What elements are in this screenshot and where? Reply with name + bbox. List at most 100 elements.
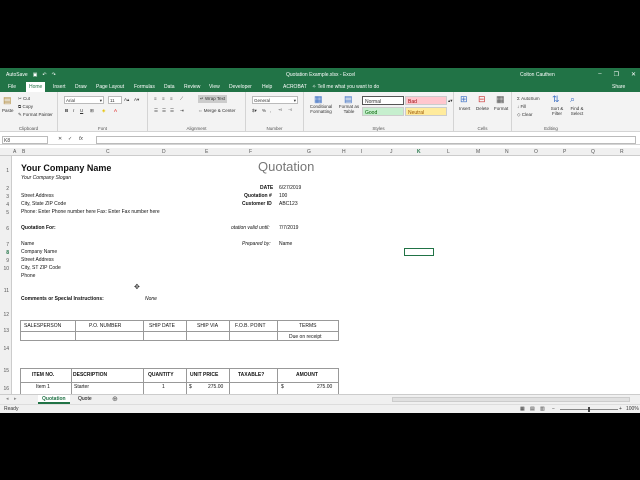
tab-file[interactable]: File (8, 84, 16, 90)
align-center-icon[interactable]: ☰ (162, 108, 166, 114)
italic-icon[interactable]: I (73, 108, 74, 113)
paste-icon[interactable]: ▤ (3, 95, 12, 106)
user-name[interactable]: Colton Cauthen (520, 72, 555, 78)
quotation-heading[interactable]: Quotation (258, 159, 314, 174)
column-header[interactable]: A (13, 149, 16, 155)
format-as-table-button[interactable]: Format as Table (337, 104, 361, 114)
fill-color-icon[interactable]: ◈ (102, 108, 105, 114)
company-slogan[interactable]: Your Company Slogan (21, 175, 71, 181)
font-size-select[interactable]: 11 (108, 96, 122, 104)
column-header[interactable]: J (390, 149, 393, 155)
close-icon[interactable]: ✕ (631, 71, 636, 78)
scroll-left-icon[interactable]: ◂ (6, 396, 9, 402)
city-state-zip[interactable]: City, State ZIP Code (21, 201, 66, 207)
indent-icon[interactable]: ⇥ (180, 108, 184, 114)
cancel-icon[interactable]: ✕ (58, 136, 62, 142)
phone-fax[interactable]: Phone: Enter Phone number here Fax: Ente… (21, 209, 160, 215)
zoom-slider-handle[interactable] (588, 407, 590, 412)
row-header[interactable]: 3 (6, 194, 9, 200)
align-top-icon[interactable]: ≡ (154, 96, 157, 101)
tab-help[interactable]: Help (262, 84, 272, 90)
formula-input[interactable] (96, 136, 636, 144)
style-neutral[interactable]: Neutral (405, 107, 447, 116)
valid-until-value[interactable]: 7/7/2019 (279, 225, 298, 231)
row-header[interactable]: 13 (3, 328, 9, 334)
tab-data[interactable]: Data (164, 84, 175, 90)
row-header[interactable]: 16 (3, 386, 9, 392)
font-shrink-icon[interactable]: A▾ (134, 97, 139, 103)
number-format-select[interactable]: General ▾ (252, 96, 298, 104)
comments-value[interactable]: None (145, 296, 157, 302)
borders-icon[interactable]: ⊞ (90, 108, 94, 114)
align-right-icon[interactable]: ☰ (170, 108, 174, 114)
client-city[interactable]: City, ST ZIP Code (21, 265, 61, 271)
zoom-in-icon[interactable]: + (619, 406, 622, 412)
font-color-icon[interactable]: A (114, 108, 117, 113)
insert-cells-button[interactable]: Insert (459, 106, 470, 111)
save-icon[interactable]: ▣ (33, 72, 38, 78)
column-header[interactable]: D (162, 149, 166, 155)
page-break-view-icon[interactable]: ▥ (540, 406, 545, 412)
copy-button[interactable]: ⧉ Copy (18, 104, 33, 109)
zoom-out-icon[interactable]: − (552, 406, 555, 412)
item-number[interactable]: Item 1 (36, 384, 50, 390)
bold-icon[interactable]: B (65, 108, 68, 113)
quotation-number-value[interactable]: 100 (279, 193, 287, 199)
comma-icon[interactable]: , (270, 108, 271, 113)
restore-icon[interactable]: ❐ (614, 71, 619, 78)
sheet-tab-quotation[interactable]: Quotation (38, 395, 70, 404)
prepared-by-value[interactable]: Name (279, 241, 292, 247)
style-normal[interactable]: Normal (362, 96, 404, 105)
column-header[interactable]: L (447, 149, 450, 155)
font-name-select[interactable]: Arial ▾ (64, 96, 104, 104)
percent-icon[interactable]: % (262, 108, 266, 113)
sheet-tab-quote[interactable]: Quote (78, 396, 92, 402)
tell-me-search[interactable]: ✧ Tell me what you want to do (312, 84, 379, 90)
enter-icon[interactable]: ✓ (68, 136, 72, 142)
item-amount[interactable]: 275.00 (317, 384, 332, 390)
add-sheet-icon[interactable]: ⊕ (112, 395, 118, 403)
decrease-decimal-icon[interactable]: ⁻⁰ (288, 108, 292, 114)
autosum-button[interactable]: Σ AutoSum (517, 96, 540, 101)
paste-button[interactable]: Paste (2, 108, 14, 113)
font-grow-icon[interactable]: A▴ (124, 97, 129, 103)
row-header[interactable]: 15 (3, 368, 9, 374)
tab-page-layout[interactable]: Page Layout (96, 84, 124, 90)
column-header[interactable]: R (620, 149, 624, 155)
align-middle-icon[interactable]: ≡ (162, 96, 165, 101)
street-address[interactable]: Street Address (21, 193, 54, 199)
currency-icon[interactable]: $▾ (252, 108, 257, 114)
tab-view[interactable]: View (209, 84, 220, 90)
tab-acrobat[interactable]: ACROBAT (283, 84, 307, 90)
style-bad[interactable]: Bad (405, 96, 447, 105)
fx-button[interactable]: fx (79, 136, 83, 142)
column-header[interactable]: B (22, 149, 25, 155)
row-header[interactable]: 12 (3, 312, 9, 318)
column-header[interactable]: G (307, 149, 311, 155)
format-painter-button[interactable]: ✎ Format Painter (18, 112, 53, 118)
column-header[interactable]: F (249, 149, 252, 155)
comments-label[interactable]: Comments or Special Instructions: (21, 296, 104, 302)
align-bottom-icon[interactable]: ≡ (170, 96, 173, 101)
row-header[interactable]: 7 (6, 242, 9, 248)
item-description[interactable]: Starter (74, 384, 89, 390)
tab-developer[interactable]: Developer (229, 84, 252, 90)
normal-view-icon[interactable]: ▦ (520, 406, 525, 412)
column-header[interactable]: H (342, 149, 346, 155)
client-street[interactable]: Street Address (21, 257, 54, 263)
name-box[interactable]: K8 (2, 136, 48, 144)
increase-decimal-icon[interactable]: ⁺⁰ (278, 108, 282, 114)
orientation-icon[interactable]: ⟋ (180, 96, 183, 101)
sort-filter-button[interactable]: Sort & Filter (548, 106, 566, 116)
tab-formulas[interactable]: Formulas (134, 84, 155, 90)
customer-id-value[interactable]: ABC123 (279, 201, 298, 207)
date-value[interactable]: 6/27/2019 (279, 185, 301, 191)
format-cells-button[interactable]: Format (494, 106, 508, 111)
align-left-icon[interactable]: ☰ (154, 108, 158, 114)
row-header[interactable]: 10 (3, 266, 9, 272)
autosave-toggle[interactable]: AutoSave (6, 72, 28, 78)
selected-cell[interactable] (404, 248, 434, 256)
delete-cells-button[interactable]: Delete (476, 106, 489, 111)
clear-button[interactable]: ◇ Clear (517, 112, 533, 118)
item-unit-price[interactable]: 275.00 (208, 384, 223, 390)
